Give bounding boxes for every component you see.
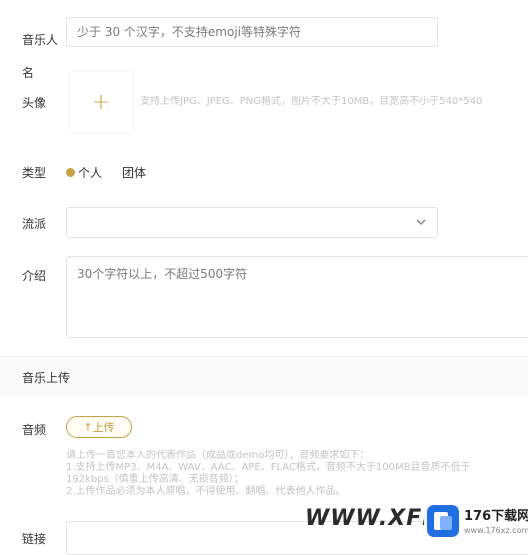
section-divider: [0, 356, 528, 357]
audio-hint-line: 请上传一首您本人的代表作品（成品或demo均可），音频要求如下：: [66, 450, 370, 461]
artist-name-input[interactable]: [67, 18, 437, 46]
upload-section-title: 音乐上传: [22, 371, 71, 385]
upload-section-header: [0, 356, 528, 396]
watermark-badge-subtext: www.176xz.com: [464, 526, 528, 535]
audio-upload-button[interactable]: ↑上传: [66, 416, 132, 438]
type-option-label: 团体: [122, 166, 147, 180]
avatar-upload-button[interactable]: +: [70, 72, 132, 132]
artist-name-label: 音乐人名: [22, 33, 59, 80]
intro-label: 介绍: [22, 269, 47, 283]
watermark-badge: 176下载网 www.176xz.com: [424, 500, 528, 544]
type-option-label: 个人: [78, 166, 103, 180]
link-label: 链接: [22, 532, 47, 546]
intro-field[interactable]: [66, 256, 528, 338]
avatar-hint: 支持上传JPG、JPEG、PNG格式，图片不大于10MB，且宽高不小于540*5…: [140, 96, 483, 107]
plus-icon: +: [91, 89, 111, 115]
genre-select[interactable]: [66, 207, 438, 238]
artist-name-field[interactable]: [66, 17, 438, 47]
audio-hint: 请上传一首您本人的代表作品（成品或demo均可），音频要求如下： 1.支持上传M…: [66, 450, 528, 498]
intro-textarea[interactable]: [67, 257, 528, 337]
radio-selected-icon: [66, 168, 75, 177]
audio-hint-line: 1.支持上传MP3、M4A、WAV、AAC、APE、FLAC格式，音频不大于10…: [66, 462, 471, 473]
watermark-badge-text: 176下载网: [464, 509, 528, 524]
chevron-down-icon: [416, 219, 426, 226]
audio-label: 音频: [22, 423, 47, 437]
type-option-individual[interactable]: 个人: [66, 164, 102, 181]
avatar-label: 头像: [22, 96, 47, 110]
audio-hint-line: 2.上传作品必须为本人原唱，不得使用、翻唱、代表他人作品。: [66, 486, 346, 497]
type-option-group[interactable]: 团体: [122, 164, 146, 181]
type-label: 类型: [22, 166, 47, 180]
watermark-logo-icon: [427, 505, 459, 537]
audio-hint-line: 192kbps（慎重上传高清、无损音频）；: [66, 474, 244, 485]
genre-label: 流派: [22, 217, 47, 231]
